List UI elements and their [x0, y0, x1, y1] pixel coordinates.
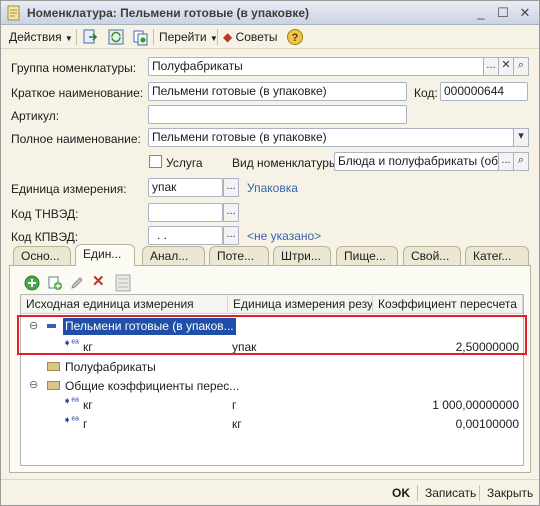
kpved-select-button[interactable]: ... [223, 226, 239, 245]
group-clear-icon[interactable]: ✕ [498, 57, 514, 76]
tab-main[interactable]: Осно... [13, 246, 71, 265]
kind-search-icon[interactable]: ⌕ [513, 152, 529, 171]
tnved-label: Код ТНВЭД: [11, 207, 79, 221]
full-name-dropdown-icon[interactable]: ▾ [513, 128, 529, 147]
full-name-field[interactable]: Пельмени готовые (в упаковке) [148, 128, 514, 147]
kpved-link[interactable]: <не указано> [247, 229, 321, 243]
tab-losses[interactable]: Поте... [209, 246, 269, 265]
collapse-icon[interactable]: ⊖ [29, 378, 38, 391]
add-icon[interactable] [24, 275, 40, 291]
table-row[interactable]: ➧ᵉᵃ г кг 0,00100000 [21, 414, 523, 433]
actions-label: Действия [9, 30, 62, 44]
unit-arrow-icon: ➧ᵉᵃ [63, 396, 79, 407]
row-source-cell[interactable]: Общие коэффициенты перес... [65, 379, 239, 394]
footer-divider [417, 485, 418, 501]
tab-units[interactable]: Един... [75, 244, 135, 266]
maximize-icon[interactable]: ☐ [494, 4, 512, 22]
folder-icon [47, 362, 60, 371]
row-target-cell[interactable]: кг [232, 417, 242, 432]
unit-link[interactable]: Упаковка [247, 181, 298, 195]
footer-bar: OK Записать Закрыть [1, 479, 539, 505]
toolbar-divider [217, 29, 218, 45]
save-and-close-icon[interactable] [81, 28, 99, 46]
save-button[interactable]: Записать [425, 485, 476, 501]
folder-icon [47, 381, 60, 390]
row-source-cell[interactable]: Полуфабрикаты [65, 360, 156, 375]
group-select-button[interactable]: ... [483, 57, 499, 76]
column-header-coefficient[interactable]: Коэффициент пересчета [373, 295, 523, 314]
row-source-cell[interactable]: г [83, 417, 87, 432]
row-coefficient-cell[interactable]: 1 000,00000000 [377, 398, 519, 413]
kpved-label: Код КПВЭД: [11, 230, 79, 244]
kpved-field[interactable]: . . [148, 226, 223, 245]
toolbar-divider [76, 29, 77, 45]
short-name-field[interactable]: Пельмени готовые (в упаковке) [148, 82, 407, 101]
goto-label: Перейти [159, 30, 207, 44]
units-tree-table[interactable]: Исходная единица измерения Единица измер… [17, 294, 527, 466]
tab-analytics[interactable]: Анал... [142, 246, 205, 265]
tab-barcodes[interactable]: Штри... [273, 246, 331, 265]
tnved-select-button[interactable]: ... [223, 203, 239, 222]
edit-icon[interactable] [69, 275, 85, 291]
table-row[interactable]: Полуфабрикаты [21, 357, 523, 376]
window-title: Номенклатура: Пельмени готовые (в упаков… [27, 6, 310, 20]
kind-select-button[interactable]: ... [498, 152, 514, 171]
document-icon [7, 5, 20, 21]
tips-label: Советы [235, 30, 278, 44]
unit-field[interactable]: упак [148, 178, 223, 197]
column-header-source[interactable]: Исходная единица измерения [21, 295, 228, 314]
code-label: Код: [414, 86, 438, 100]
tips-button[interactable]: ◆ Советы [223, 28, 278, 46]
list-settings-icon[interactable] [115, 274, 131, 292]
table-row[interactable]: ➧ᵉᵃ кг г 1 000,00000000 [21, 395, 523, 414]
article-field[interactable] [148, 105, 407, 124]
highlight-frame [17, 315, 527, 355]
ok-button[interactable]: OK [392, 485, 410, 501]
short-name-label: Краткое наименование: [11, 86, 144, 100]
unit-label: Единица измерения: [11, 182, 127, 196]
article-label: Артикул: [11, 109, 60, 123]
unit-arrow-icon: ➧ᵉᵃ [63, 415, 79, 426]
unit-select-button[interactable]: ... [223, 178, 239, 197]
row-target-cell[interactable]: г [232, 398, 236, 413]
group-label: Группа номенклатуры: [11, 61, 137, 75]
tnved-field[interactable] [148, 203, 223, 222]
full-name-label: Полное наименование: [11, 132, 141, 146]
goto-menu[interactable]: Перейти ▼ [159, 28, 218, 46]
tips-icon: ◆ [223, 30, 233, 44]
actions-menu[interactable]: Действия ▼ [9, 28, 73, 46]
close-button[interactable]: Закрыть [487, 485, 533, 501]
group-search-icon[interactable]: ⌕ [513, 57, 529, 76]
title-bar: Номенклатура: Пельмени готовые (в упаков… [1, 1, 539, 25]
add-copy-icon[interactable] [47, 275, 63, 291]
copy-icon[interactable] [131, 28, 149, 46]
svg-text:?: ? [292, 32, 299, 44]
help-icon[interactable]: ? [286, 28, 304, 46]
tab-properties[interactable]: Свой... [403, 246, 461, 265]
refresh-icon[interactable] [107, 28, 125, 46]
service-label: Услуга [166, 156, 203, 170]
service-checkbox[interactable] [149, 155, 162, 168]
footer-divider [479, 485, 480, 501]
row-coefficient-cell[interactable]: 0,00100000 [377, 417, 519, 432]
column-header-target[interactable]: Единица измерения резу... [228, 295, 373, 314]
row-source-cell[interactable]: кг [83, 398, 93, 413]
delete-icon[interactable]: ✕ [92, 272, 108, 290]
toolbar: Действия ▼ Перейти ▼ ◆ Советы ? [1, 25, 539, 49]
catalog-item-window: Номенклатура: Пельмени готовые (в упаков… [0, 0, 540, 506]
tab-categories[interactable]: Катег... [465, 246, 529, 265]
minimize-icon[interactable]: _ [472, 4, 490, 22]
toolbar-divider [153, 29, 154, 45]
kind-label: Вид номенклатуры: [232, 156, 341, 170]
group-field[interactable]: Полуфабрикаты [148, 57, 484, 76]
kind-field[interactable]: Блюда и полуфабрикаты (общее [334, 152, 499, 171]
tab-nutrition[interactable]: Пище... [336, 246, 398, 265]
code-field[interactable]: 000000644 [440, 82, 528, 101]
chevron-down-icon: ▼ [64, 34, 73, 43]
table-row[interactable]: ⊖ Общие коэффициенты перес... [21, 376, 523, 395]
close-icon[interactable]: ✕ [516, 4, 534, 22]
